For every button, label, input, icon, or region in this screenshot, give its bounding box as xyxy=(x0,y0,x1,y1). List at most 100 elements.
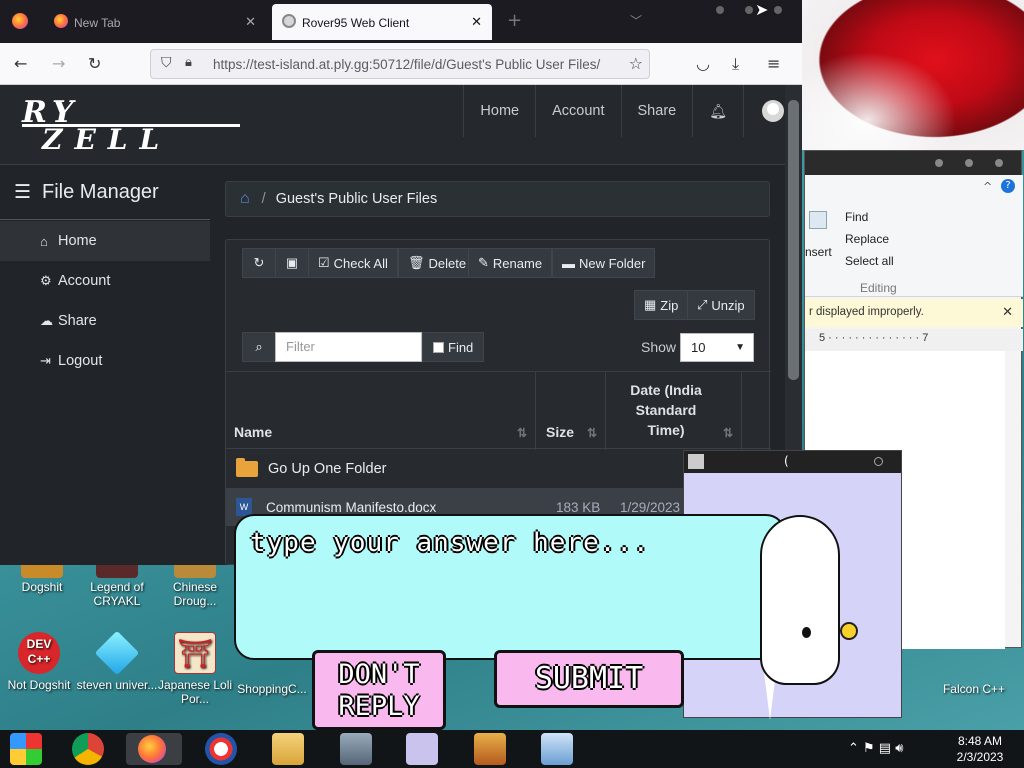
refresh-button[interactable]: ↻ xyxy=(242,248,276,278)
desktop-icon-label: Not Dogshit xyxy=(7,678,71,692)
breadcrumb: ⌂ / Guest's Public User Files xyxy=(225,181,770,217)
tab-new-tab[interactable]: New Tab ✕ xyxy=(44,4,266,40)
delete-button[interactable]: 🗑︎ Delete xyxy=(398,248,477,278)
close-notice-icon[interactable]: ✕ xyxy=(1002,304,1013,320)
select-all-label[interactable]: Select all xyxy=(845,254,894,268)
notifications-bell-icon[interactable]: 🔔︎ xyxy=(692,85,743,137)
desktop-icon-dogshit[interactable]: Dogshit xyxy=(0,562,84,594)
book-app-icon[interactable] xyxy=(474,733,506,765)
chevron-down-icon[interactable]: ﹀ xyxy=(630,12,642,29)
taskbar: ⌃ ⚑ ▤ 🔊︎ 8:48 AM 2/3/2023 xyxy=(0,730,1024,768)
lock-icon[interactable]: 🔒︎ xyxy=(185,55,192,70)
download-icon[interactable]: ⤓ xyxy=(732,54,739,74)
list-icon: ☰ xyxy=(14,182,32,203)
file-explorer-icon[interactable] xyxy=(272,733,304,765)
shield-icon[interactable]: ⛉ xyxy=(161,55,172,71)
firefox-taskbar-button[interactable] xyxy=(126,733,182,765)
sidebar-item-account[interactable]: ⚙ Account xyxy=(0,261,210,301)
start-button[interactable] xyxy=(10,733,42,765)
sort-icon[interactable]: ⇅ xyxy=(723,426,733,440)
diamond-icon xyxy=(94,630,140,676)
new-tab-button[interactable]: + xyxy=(507,10,522,31)
image-icon: ▣ xyxy=(285,255,299,270)
minimize-icon[interactable] xyxy=(716,6,724,14)
popup-titlebar[interactable]: ( xyxy=(684,451,901,473)
close-icon[interactable] xyxy=(874,457,883,466)
check-all-button[interactable]: ☑ Check All xyxy=(308,248,398,278)
network-tool-icon[interactable] xyxy=(340,733,372,765)
row-name[interactable]: Go Up One Folder xyxy=(268,461,386,477)
rename-button[interactable]: ✎ Rename xyxy=(468,248,553,278)
topnav-home[interactable]: Home xyxy=(463,85,535,137)
find-button[interactable]: Find xyxy=(422,332,484,362)
sort-icon[interactable]: ⇅ xyxy=(587,426,597,440)
column-date[interactable]: Date (India Standard Time) ⇅ xyxy=(606,372,742,450)
column-name[interactable]: Name ⇅ xyxy=(226,372,536,450)
dont-reply-button[interactable]: DON'T REPLY xyxy=(312,650,446,730)
desktop-icon-label: Chinese Droug... xyxy=(172,580,218,608)
column-size[interactable]: Size ⇅ xyxy=(536,372,606,450)
desktop-icon-not-dogshit[interactable]: DEV C++ Not Dogshit xyxy=(0,632,81,692)
image-view-button[interactable]: ▣ xyxy=(275,248,309,278)
maximize-icon[interactable] xyxy=(745,6,753,14)
desktop-icon-falcon-cpp[interactable]: Falcon C++ xyxy=(932,682,1016,696)
new-folder-button[interactable]: ▬ New Folder xyxy=(552,248,656,278)
desktop-icon-steven-universe[interactable]: steven univer... xyxy=(75,630,159,692)
chevron-up-icon[interactable]: ^ xyxy=(983,180,992,193)
back-icon[interactable]: ← xyxy=(14,54,27,73)
close-icon[interactable] xyxy=(995,159,1003,167)
minimize-icon[interactable] xyxy=(935,159,943,167)
page-scrollbar-thumb[interactable] xyxy=(788,100,799,380)
desktop-icon-label: Dogshit xyxy=(21,580,63,594)
desktop-icon-legend-of-cryakl[interactable]: Legend of CRYAKL xyxy=(75,562,159,608)
tab-rover95[interactable]: Rover95 Web Client ✕ xyxy=(272,4,492,40)
find-label[interactable]: Find xyxy=(845,210,868,224)
wordpad-titlebar[interactable] xyxy=(805,151,1021,175)
desktop-icon-chinese-droug[interactable]: Chinese Droug... xyxy=(153,562,237,608)
clock[interactable]: 8:48 AM 2/3/2023 xyxy=(948,733,1012,765)
unzip-button[interactable]: ⤢ Unzip xyxy=(687,290,755,320)
chrome-icon[interactable] xyxy=(72,733,104,765)
reload-icon[interactable]: ↻ xyxy=(88,54,101,73)
row-name[interactable]: Communism Manifesto.docx xyxy=(266,500,556,515)
topnav-share[interactable]: Share xyxy=(620,85,693,137)
sidebar-item-share[interactable]: ☁ Share xyxy=(0,301,210,341)
breadcrumb-current[interactable]: Guest's Public User Files xyxy=(276,191,438,207)
home-icon[interactable]: ⌂ xyxy=(240,190,250,208)
maximize-icon[interactable] xyxy=(965,159,973,167)
sort-icon[interactable]: ⇅ xyxy=(517,426,527,440)
sidebar-item-logout[interactable]: ⇥ Logout xyxy=(0,341,210,381)
filter-input[interactable]: Filter xyxy=(275,332,422,362)
close-tab-icon[interactable]: ✕ xyxy=(471,14,482,30)
help-icon[interactable]: ? xyxy=(1001,179,1015,193)
wordpad-icon[interactable] xyxy=(541,733,573,765)
find-checkbox[interactable] xyxy=(433,341,444,353)
url-bar[interactable]: ⛉ 🔒︎ https://test-island.at.ply.gg:50712… xyxy=(150,49,650,79)
column-header-label: Name xyxy=(234,424,273,440)
replace-label[interactable]: Replace xyxy=(845,232,889,246)
url-text[interactable]: https://test-island.at.ply.gg:50712/file… xyxy=(213,57,600,72)
bunny-app-taskbar-icon[interactable] xyxy=(406,733,438,765)
search-button[interactable]: ⌕ xyxy=(242,332,276,362)
zip-button[interactable]: ▦ Zip xyxy=(634,290,689,320)
sidebar-item-home[interactable]: ⌂ Home xyxy=(0,221,210,261)
desktop-icon-japanese-loli-por[interactable]: ⛩ Japanese Loli Por... xyxy=(153,632,237,706)
obama-logo-icon[interactable] xyxy=(205,733,237,765)
home-icon: ⌂ xyxy=(40,233,48,249)
submit-button[interactable]: SUBMIT xyxy=(494,650,684,708)
show-select[interactable]: 10 ▼ xyxy=(680,333,754,362)
firefox-icon[interactable] xyxy=(12,13,28,29)
menu-icon[interactable]: ≡ xyxy=(767,54,780,73)
pocket-icon[interactable]: ◡ xyxy=(696,54,710,73)
topnav-account[interactable]: Account xyxy=(535,85,620,137)
close-tab-icon[interactable]: ✕ xyxy=(245,14,256,30)
desktop-icon-label: ShoppingC... xyxy=(237,682,307,696)
tray-icons[interactable]: ⌃ ⚑ ▤ 🔊︎ xyxy=(848,741,903,756)
close-icon[interactable] xyxy=(774,6,782,14)
ryzell-logo[interactable]: RY ZELL xyxy=(22,95,242,156)
insert-label[interactable]: nsert xyxy=(805,245,832,259)
desktop-icon-shoppingc[interactable]: ShoppingC... xyxy=(230,682,314,696)
forward-icon[interactable]: → xyxy=(52,54,65,73)
bookmark-star-icon[interactable]: ☆ xyxy=(629,54,643,73)
answer-input[interactable]: type your answer here... xyxy=(250,528,650,558)
